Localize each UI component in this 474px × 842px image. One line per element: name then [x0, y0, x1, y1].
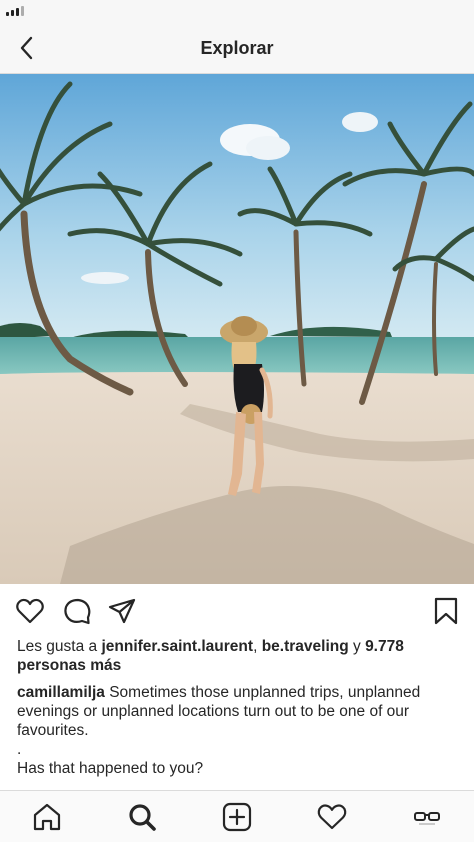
tab-bar	[0, 790, 474, 842]
glasses-avatar-icon	[414, 812, 440, 825]
tab-new-post[interactable]	[221, 801, 253, 833]
beach-photo	[0, 74, 474, 584]
like-button[interactable]	[15, 596, 45, 626]
comment-bubble-icon	[64, 598, 91, 625]
liker-username-1[interactable]: jennifer.saint.laurent	[101, 638, 253, 655]
likes-suffix[interactable]: personas más	[17, 657, 121, 674]
page-title: Explorar	[200, 38, 274, 58]
tab-search[interactable]	[126, 801, 158, 833]
heart-outline-icon	[16, 598, 44, 624]
tab-profile[interactable]	[411, 801, 443, 833]
save-button[interactable]	[431, 596, 461, 626]
nav-bar: Explorar	[0, 22, 474, 74]
caption-text-4: .	[17, 741, 22, 758]
liker-username-2[interactable]: be.traveling	[262, 638, 349, 655]
caption-username[interactable]: camillamilja	[17, 684, 105, 701]
caption-text-1: Sometimes those unplanned trips, unplann…	[104, 684, 421, 701]
likes-conjunction: y	[348, 638, 366, 655]
likes-prefix: Les gusta a	[17, 638, 102, 655]
caption-text-5: Has that happened to you?	[17, 760, 204, 777]
comment-button[interactable]	[62, 596, 92, 626]
likes-separator: ,	[253, 638, 262, 655]
tab-home[interactable]	[31, 801, 63, 833]
search-icon	[129, 804, 156, 831]
tab-activity[interactable]	[316, 801, 348, 833]
caption-text-3: favourites.	[17, 722, 89, 739]
likes-count[interactable]: 9.778	[365, 638, 404, 655]
bookmark-icon	[434, 597, 458, 625]
post-caption: camillamilja Sometimes those unplanned t…	[17, 683, 457, 778]
add-post-icon	[222, 802, 252, 832]
status-bar	[0, 0, 474, 22]
post-photo[interactable]	[0, 74, 474, 584]
likes-summary: Les gusta a jennifer.saint.laurent, be.t…	[17, 637, 457, 675]
share-button[interactable]	[107, 596, 137, 626]
post-actions	[0, 584, 474, 638]
caption-text-2: evenings or unplanned locations turn out…	[17, 703, 410, 720]
signal-strength-icon	[6, 6, 24, 16]
home-icon	[33, 803, 61, 831]
paper-plane-icon	[108, 598, 136, 624]
heart-icon	[317, 804, 347, 830]
